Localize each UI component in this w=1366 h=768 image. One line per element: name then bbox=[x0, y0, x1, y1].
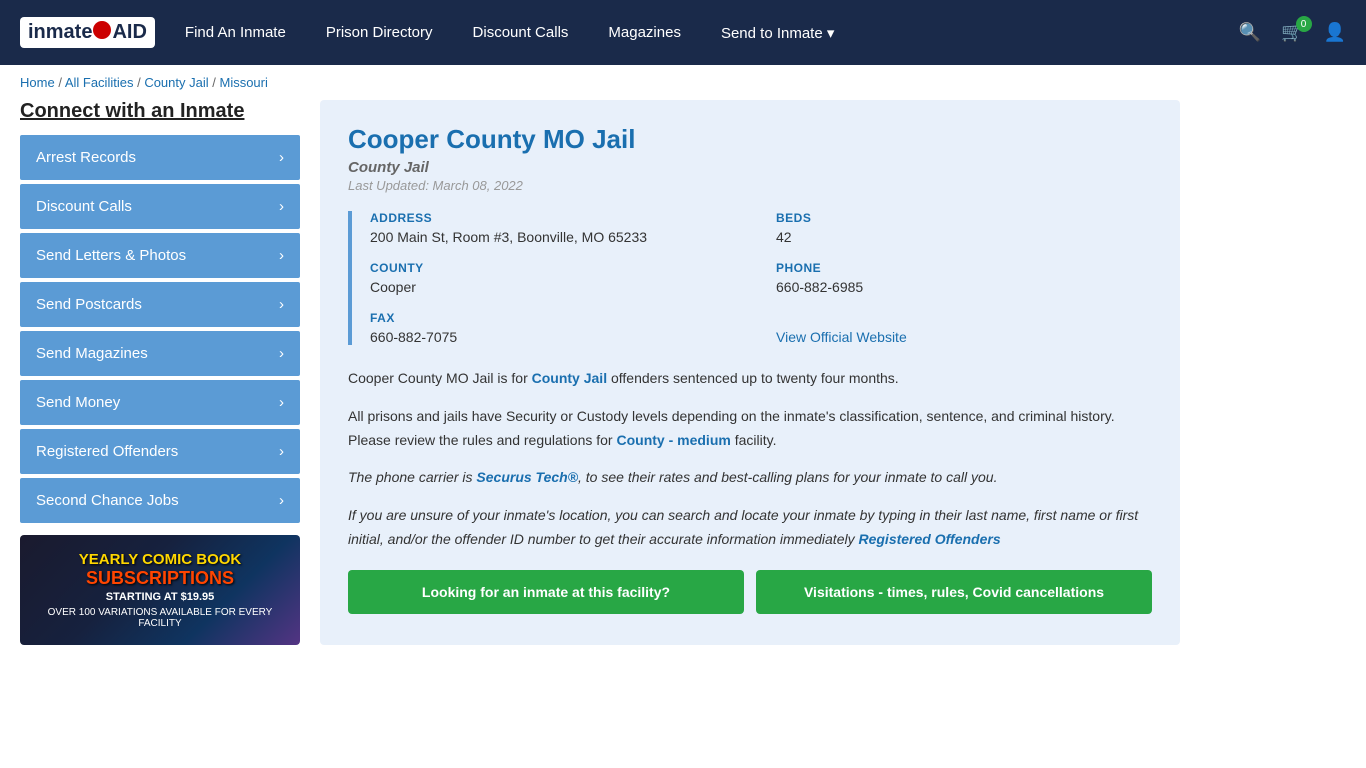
nav-item-prison-directory[interactable]: Prison Directory bbox=[326, 24, 433, 41]
sidebar-item-second-chance-jobs[interactable]: Second Chance Jobs › bbox=[20, 478, 300, 523]
search-button[interactable]: 🔍 bbox=[1239, 22, 1261, 43]
county-medium-link[interactable]: County - medium bbox=[616, 432, 730, 448]
phone-value: 660-882-6985 bbox=[776, 279, 1152, 295]
desc-p3: The phone carrier is Securus Tech®, to s… bbox=[348, 466, 1152, 490]
ad-sub: OVER 100 VARIATIONS AVAILABLE FOR EVERY … bbox=[30, 607, 290, 629]
fax-value: 660-882-7075 bbox=[370, 329, 746, 345]
breadcrumb-all-facilities[interactable]: All Facilities bbox=[65, 75, 134, 90]
breadcrumb-home[interactable]: Home bbox=[20, 75, 55, 90]
arrow-icon: › bbox=[279, 345, 284, 362]
arrow-icon: › bbox=[279, 394, 284, 411]
county-label: COUNTY bbox=[370, 261, 746, 275]
navbar: inmate AID Find An Inmate Prison Directo… bbox=[0, 0, 1366, 65]
logo-text-inmate: inmate bbox=[28, 21, 92, 44]
sidebar-title: Connect with an Inmate bbox=[20, 100, 300, 123]
phone-label: PHONE bbox=[776, 261, 1152, 275]
desc-p2: All prisons and jails have Security or C… bbox=[348, 405, 1152, 453]
address-label: ADDRESS bbox=[370, 211, 746, 225]
breadcrumb-state[interactable]: Missouri bbox=[219, 75, 267, 90]
county-value: Cooper bbox=[370, 279, 746, 295]
sidebar-ad[interactable]: YEARLY COMIC BOOK SUBSCRIPTIONS STARTING… bbox=[20, 535, 300, 645]
user-button[interactable]: 👤 bbox=[1324, 22, 1346, 43]
sidebar-item-send-letters[interactable]: Send Letters & Photos › bbox=[20, 233, 300, 278]
cart-button[interactable]: 🛒 0 bbox=[1281, 22, 1303, 43]
navbar-icons: 🔍 🛒 0 👤 bbox=[1239, 22, 1346, 43]
sidebar-item-registered-offenders[interactable]: Registered Offenders › bbox=[20, 429, 300, 474]
address-block: ADDRESS 200 Main St, Room #3, Boonville,… bbox=[370, 211, 746, 245]
arrow-icon: › bbox=[279, 198, 284, 215]
looking-for-inmate-button[interactable]: Looking for an inmate at this facility? bbox=[348, 570, 744, 614]
sidebar-menu: Arrest Records › Discount Calls › Send L… bbox=[20, 135, 300, 523]
nav-item-send-to-inmate[interactable]: Send to Inmate ▾ bbox=[721, 24, 834, 42]
registered-offenders-link[interactable]: Registered Offenders bbox=[858, 531, 1000, 547]
arrow-icon: › bbox=[279, 149, 284, 166]
nav-item-magazines[interactable]: Magazines bbox=[608, 24, 681, 41]
facility-description: Cooper County MO Jail is for County Jail… bbox=[348, 367, 1152, 552]
facility-type: County Jail bbox=[348, 159, 1152, 176]
sidebar: Connect with an Inmate Arrest Records › … bbox=[20, 100, 300, 645]
county-block: COUNTY Cooper bbox=[370, 261, 746, 295]
main-container: Connect with an Inmate Arrest Records › … bbox=[0, 100, 1200, 675]
breadcrumb-county-jail[interactable]: County Jail bbox=[144, 75, 208, 90]
facility-updated: Last Updated: March 08, 2022 bbox=[348, 178, 1152, 193]
fax-block: FAX 660-882-7075 bbox=[370, 311, 746, 345]
website-link[interactable]: View Official Website bbox=[776, 329, 907, 345]
logo-icon bbox=[93, 21, 111, 39]
desc-p1: Cooper County MO Jail is for County Jail… bbox=[348, 367, 1152, 391]
sidebar-item-discount-calls[interactable]: Discount Calls › bbox=[20, 184, 300, 229]
nav-item-discount-calls[interactable]: Discount Calls bbox=[473, 24, 569, 41]
ad-title-comic: SUBSCRIPTIONS bbox=[86, 568, 234, 589]
arrow-icon: › bbox=[279, 492, 284, 509]
phone-block: PHONE 660-882-6985 bbox=[776, 261, 1152, 295]
nav-menu: Find An Inmate Prison Directory Discount… bbox=[185, 24, 1239, 42]
ad-title-yearly: YEARLY COMIC BOOK bbox=[79, 551, 242, 568]
sidebar-item-send-money[interactable]: Send Money › bbox=[20, 380, 300, 425]
county-jail-link[interactable]: County Jail bbox=[532, 370, 607, 386]
ad-price: STARTING AT $19.95 bbox=[106, 591, 215, 603]
cart-badge: 0 bbox=[1296, 16, 1312, 32]
arrow-icon: › bbox=[279, 296, 284, 313]
arrow-icon: › bbox=[279, 247, 284, 264]
securus-link[interactable]: Securus Tech® bbox=[476, 469, 578, 485]
beds-value: 42 bbox=[776, 229, 1152, 245]
facility-title: Cooper County MO Jail bbox=[348, 124, 1152, 155]
sidebar-item-arrest-records[interactable]: Arrest Records › bbox=[20, 135, 300, 180]
breadcrumb: Home / All Facilities / County Jail / Mi… bbox=[0, 65, 1366, 100]
sidebar-item-send-postcards[interactable]: Send Postcards › bbox=[20, 282, 300, 327]
arrow-icon: › bbox=[279, 443, 284, 460]
website-spacer bbox=[776, 311, 1152, 325]
nav-item-find-inmate[interactable]: Find An Inmate bbox=[185, 24, 286, 41]
visitations-button[interactable]: Visitations - times, rules, Covid cancel… bbox=[756, 570, 1152, 614]
address-value: 200 Main St, Room #3, Boonville, MO 6523… bbox=[370, 229, 746, 245]
logo-text-aid: AID bbox=[112, 21, 146, 44]
sidebar-item-send-magazines[interactable]: Send Magazines › bbox=[20, 331, 300, 376]
beds-label: BEDS bbox=[776, 211, 1152, 225]
desc-p4: If you are unsure of your inmate's locat… bbox=[348, 504, 1152, 552]
info-grid: ADDRESS 200 Main St, Room #3, Boonville,… bbox=[348, 211, 1152, 345]
website-block: View Official Website bbox=[776, 311, 1152, 345]
action-buttons: Looking for an inmate at this facility? … bbox=[348, 570, 1152, 614]
fax-label: FAX bbox=[370, 311, 746, 325]
beds-block: BEDS 42 bbox=[776, 211, 1152, 245]
main-content: Cooper County MO Jail County Jail Last U… bbox=[320, 100, 1180, 645]
logo[interactable]: inmate AID bbox=[20, 17, 155, 48]
